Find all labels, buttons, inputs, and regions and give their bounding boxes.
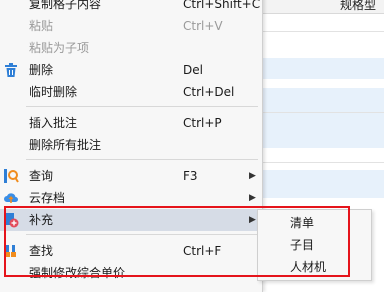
submenu-arrow-icon: ▶ bbox=[249, 215, 256, 225]
menu-item-shortcut: F3 bbox=[183, 169, 198, 183]
menu-item-label: 临时删除 bbox=[29, 85, 78, 99]
menu-item-label: 插入批注 bbox=[29, 116, 78, 130]
menu-item-paste[interactable]: 粘贴 Ctrl+V bbox=[0, 15, 262, 37]
menu-item-query[interactable]: 查询 F3 ▶ bbox=[0, 165, 262, 187]
menu-item-shortcut: Ctrl+Del bbox=[183, 85, 235, 99]
submenu-arrow-icon: ▶ bbox=[249, 171, 256, 181]
grid-line bbox=[260, 31, 384, 32]
menu-item-shortcut: Ctrl+P bbox=[183, 116, 222, 130]
grid-line bbox=[260, 162, 384, 163]
context-menu: 复制格子内容 Ctrl+Shift+C 粘贴 Ctrl+V 粘贴为子项 删除 D… bbox=[0, 0, 263, 292]
menu-item-copy-cell[interactable]: 复制格子内容 Ctrl+Shift+C bbox=[0, 0, 262, 15]
menu-item-delete-all-comments[interactable]: 删除所有批注 bbox=[0, 134, 262, 156]
submenu-item-labor-material-machine[interactable]: 人材机 bbox=[258, 256, 371, 278]
submenu-arrow-icon: ▶ bbox=[249, 193, 256, 203]
menu-item-temp-delete[interactable]: 临时删除 Ctrl+Del bbox=[0, 81, 262, 103]
submenu-item-label: 清单 bbox=[290, 216, 315, 230]
submenu-item-label: 子目 bbox=[290, 238, 315, 252]
submenu-item-sub-item[interactable]: 子目 bbox=[258, 234, 371, 256]
menu-item-paste-as-child[interactable]: 粘贴为子项 bbox=[0, 37, 262, 59]
menu-item-label: 复制格子内容 bbox=[29, 0, 102, 11]
grid-band bbox=[260, 170, 384, 198]
trash-icon bbox=[3, 62, 19, 78]
submenu-item-label: 人材机 bbox=[290, 260, 327, 274]
supplement-submenu: 清单 子目 人材机 bbox=[257, 209, 372, 281]
menu-item-delete[interactable]: 删除 Del bbox=[0, 59, 262, 81]
menu-item-label: 查找 bbox=[29, 244, 54, 258]
find-icon bbox=[3, 243, 19, 259]
grid-line bbox=[260, 112, 384, 113]
menu-separator bbox=[26, 159, 258, 160]
menu-item-find[interactable]: 查找 Ctrl+F bbox=[0, 240, 262, 262]
grid-band bbox=[260, 58, 384, 79]
cloud-upload-icon bbox=[3, 190, 19, 206]
menu-item-label: 补充 bbox=[29, 213, 54, 227]
column-header-label: 规格型 bbox=[339, 0, 376, 12]
menu-item-shortcut: Del bbox=[183, 63, 203, 77]
menu-separator bbox=[26, 106, 258, 107]
menu-item-shortcut: Ctrl+F bbox=[183, 244, 222, 258]
submenu-item-bill[interactable]: 清单 bbox=[258, 212, 371, 234]
supplement-icon bbox=[3, 212, 19, 228]
menu-item-label: 粘贴 bbox=[29, 19, 54, 33]
menu-item-shortcut: Ctrl+Shift+C bbox=[183, 0, 261, 11]
grid-band bbox=[260, 88, 384, 148]
menu-item-label: 查询 bbox=[29, 169, 54, 183]
menu-item-supplement[interactable]: 补充 ▶ bbox=[0, 209, 262, 231]
menu-item-label: 粘贴为子项 bbox=[29, 41, 90, 55]
menu-item-label: 删除所有批注 bbox=[29, 138, 102, 152]
menu-item-label: 云存档 bbox=[29, 191, 66, 205]
menu-item-cloud-archive[interactable]: 云存档 ▶ bbox=[0, 187, 262, 209]
menu-item-label: 删除 bbox=[29, 63, 54, 77]
column-header: 规格型 bbox=[260, 0, 384, 14]
menu-item-insert-comment[interactable]: 插入批注 Ctrl+P bbox=[0, 112, 262, 134]
menu-separator bbox=[26, 234, 258, 235]
query-icon bbox=[3, 168, 19, 184]
menu-item-shortcut: Ctrl+V bbox=[183, 19, 223, 33]
